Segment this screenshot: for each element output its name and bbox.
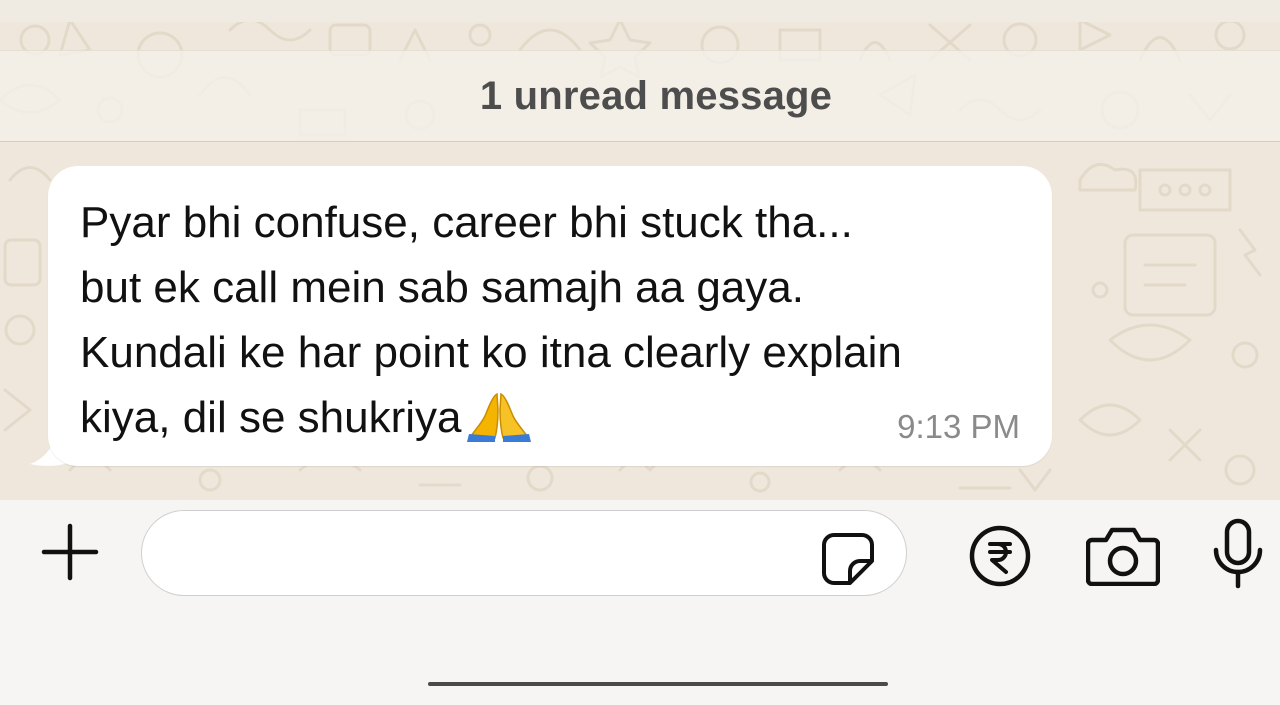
incoming-message-bubble[interactable]: Pyar bhi confuse, career bhi stuck tha..… bbox=[48, 166, 1052, 466]
message-line: Kundali ke har point ko itna clearly exp… bbox=[80, 328, 902, 377]
unread-banner: 1 unread message bbox=[0, 50, 1280, 142]
camera-icon[interactable] bbox=[1086, 526, 1160, 586]
message-line: kiya, dil se shukriya bbox=[80, 393, 462, 442]
message-input-field[interactable] bbox=[141, 510, 907, 597]
unread-banner-text: 1 unread message bbox=[479, 73, 833, 118]
home-indicator bbox=[428, 682, 888, 686]
composer-bar bbox=[0, 500, 1280, 705]
message-line: Pyar bhi confuse, career bhi stuck tha..… bbox=[80, 198, 853, 247]
message-timestamp: 9:13 PM bbox=[897, 408, 1020, 445]
message-input[interactable] bbox=[172, 511, 816, 597]
message-line: but ek call mein sab samajh aa gaya. bbox=[80, 263, 804, 312]
message-text: Pyar bhi confuse, career bhi stuck tha..… bbox=[80, 190, 1040, 450]
chat-area: 1 unread message Pyar bhi confuse, caree… bbox=[0, 0, 1280, 500]
top-strip bbox=[0, 0, 1280, 22]
microphone-icon[interactable] bbox=[1210, 518, 1266, 590]
folded-hands-emoji bbox=[467, 392, 532, 442]
rupee-icon[interactable] bbox=[968, 524, 1032, 588]
plus-icon[interactable] bbox=[38, 520, 102, 584]
sticker-icon[interactable] bbox=[820, 531, 876, 587]
